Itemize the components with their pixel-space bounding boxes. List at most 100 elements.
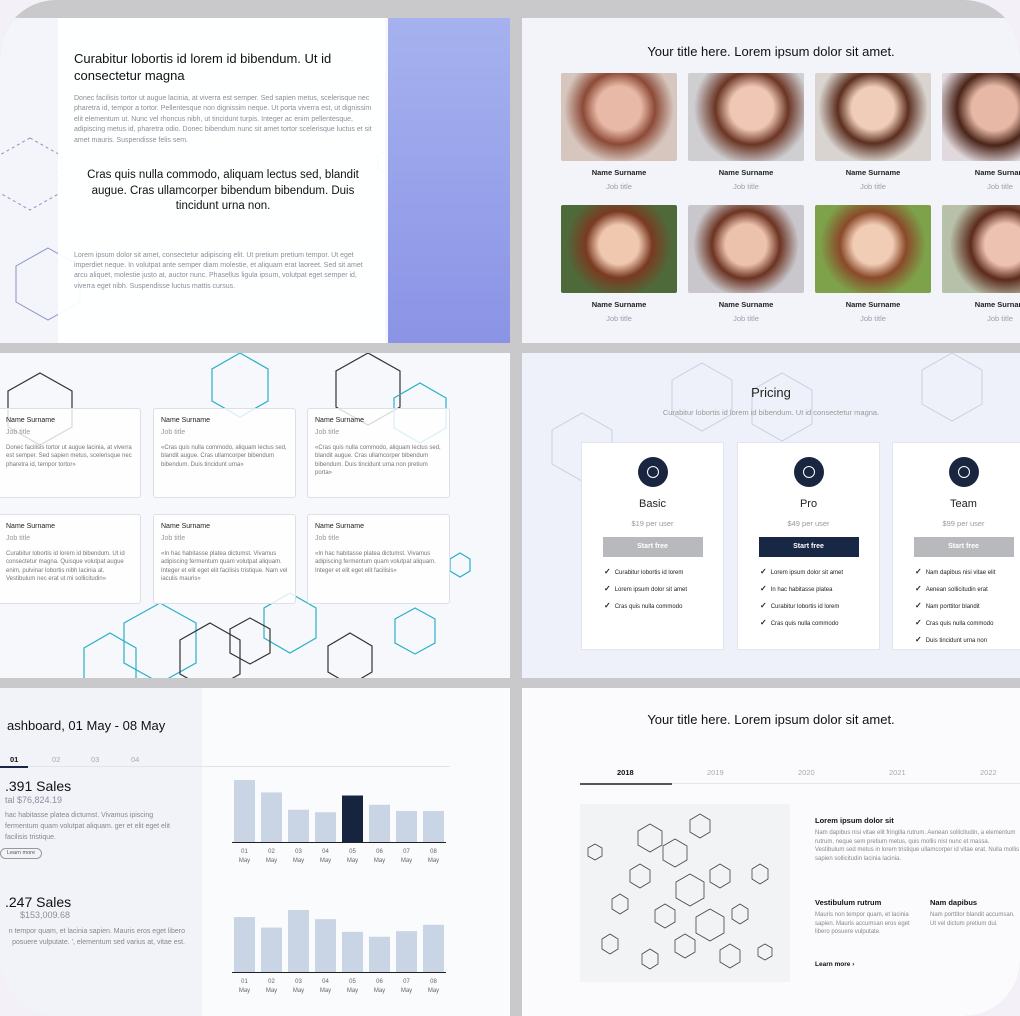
member-name: Name Surname — [845, 300, 901, 309]
chart-tick-label: 01 — [241, 849, 248, 855]
card-job-title: Job title — [6, 429, 31, 436]
member-job-title: Job title — [606, 182, 632, 191]
card-job-title: Job title — [315, 429, 340, 436]
slide-timeline[interactable]: Your title here. Lorem ipsum dolor sit a… — [522, 688, 1020, 1016]
chart-tick-sublabel: May — [293, 858, 304, 864]
team-member: Name Surname Job title — [688, 205, 804, 323]
pricing-card-team: Team $99 per user Start free Nam dapibus ni… — [892, 442, 1020, 650]
tab-01[interactable]: 01 — [10, 755, 18, 764]
slide-testimonials[interactable]: Name Surname Job title Donec facilisis tor… — [0, 353, 510, 678]
tab-2019[interactable]: 2019 — [707, 768, 724, 777]
sales-count: .391 Sales — [5, 778, 72, 794]
start-free-button[interactable]: Start free — [758, 537, 859, 557]
chart-tick-sublabel: May — [428, 988, 439, 994]
chart-bar — [288, 910, 309, 972]
tab-2021[interactable]: 2021 — [889, 768, 906, 777]
hexagon-artwork — [580, 804, 790, 982]
chart-bar — [396, 931, 417, 972]
chart-tick-label: 07 — [403, 849, 410, 855]
body-paragraph: Lorem ipsum dolor sit amet, consectetur … — [74, 251, 363, 290]
tab-2020[interactable]: 2020 — [798, 768, 815, 777]
card-name: Name Surname — [161, 523, 211, 530]
team-member: Name Surname Job title — [688, 73, 804, 191]
member-job-title: Job title — [860, 314, 886, 323]
text-panel: Curabitur lobortis id lorem id bibendum.… — [58, 18, 388, 343]
start-free-button[interactable]: Start free — [602, 537, 703, 557]
tab-03[interactable]: 03 — [91, 755, 99, 764]
feature-item: Cras quis nulla commodo — [604, 598, 723, 615]
member-name: Name Surname — [845, 168, 901, 177]
member-photo — [815, 205, 931, 293]
chart-bar — [396, 811, 417, 842]
active-year-indicator — [580, 783, 672, 785]
member-name: Name Surnam — [974, 168, 1020, 177]
pricing-card-basic: Basic $19 per user Start free Curabitur lob… — [581, 442, 724, 650]
slide-team-grid[interactable]: Your title here. Lorem ipsum dolor sit a… — [522, 18, 1020, 343]
chart-tick-label: 06 — [376, 979, 383, 985]
slide-text-quote[interactable]: Curabitur lobortis id lorem id bibendum.… — [0, 18, 510, 343]
sales-description: n tempor quam, et lacinia sapien. Mauris… — [8, 928, 185, 946]
feature-item: Duis tincidunt urna non — [915, 632, 1020, 649]
chart-tick-sublabel: May — [347, 858, 358, 864]
tab-2022[interactable]: 2022 — [980, 768, 997, 777]
chart-tick-label: 04 — [322, 849, 329, 855]
plan-name: Pro — [799, 498, 818, 510]
chart-bar — [423, 924, 444, 972]
team-member: Name Surname Job title — [815, 205, 931, 323]
chart-tick-label: 08 — [430, 979, 437, 985]
card-name: Name Surname — [161, 417, 211, 424]
member-photo — [688, 73, 804, 161]
feature-item: Aenean sollicitudin erat — [915, 581, 1020, 598]
slide-title: Your title here. Lorem ipsum dolor sit a… — [647, 44, 895, 59]
member-job-title: Job title — [987, 182, 1013, 191]
member-photo — [942, 73, 1020, 161]
plan-price: $19 per user — [631, 519, 674, 528]
learn-more-link[interactable]: Learn more › — [815, 961, 854, 968]
plan-name: Basic — [639, 498, 666, 510]
card-job-title: Job title — [315, 535, 340, 542]
card-quote: Curabitur lobortis id lorem id bibendum.… — [6, 551, 125, 583]
member-job-title: Job title — [733, 182, 759, 191]
feature-list: Curabitur lobortis id loremLorem ipsum d… — [604, 564, 723, 615]
plan-price: $49 per user — [787, 519, 830, 528]
feature-item: Lorem ipsum dolor sit amet — [604, 581, 723, 598]
card-quote: «In hac habitasse platea dictumst. Vivam… — [161, 551, 288, 583]
member-photo — [688, 205, 804, 293]
plan-name: Team — [950, 498, 977, 510]
tab-02[interactable]: 02 — [52, 755, 60, 764]
feature-item: Cras quis nulla commodo — [760, 615, 879, 632]
slide-pricing[interactable]: Pricing Curabitur lobortis id lorem id b… — [522, 353, 1020, 678]
sales-total: $153,009.68 — [20, 910, 71, 920]
sales-description: hac habitasse platea dictumst. Vivamus i… — [5, 812, 170, 841]
tab-2018[interactable]: 2018 — [617, 768, 634, 777]
chart-tick-label: 04 — [322, 979, 329, 985]
chart-tick-sublabel: May — [428, 858, 439, 864]
team-member: Name Surname Job title — [815, 73, 931, 191]
learn-more-button[interactable]: Learn more — [0, 848, 42, 859]
testimonial-card: Name Surname Job title «Cras quis nulla co… — [307, 408, 450, 498]
testimonial-card: Name Surname Job title Curabitur lobortis … — [0, 514, 141, 604]
planet-icon — [793, 457, 824, 487]
learn-more-label: Learn more — [815, 961, 851, 968]
chart-tick-sublabel: May — [239, 988, 250, 994]
chart-tick-label: 03 — [295, 979, 302, 985]
chart-tick-label: 06 — [376, 849, 383, 855]
chart-bar — [342, 795, 363, 842]
testimonial-card: Name Surname Job title «Cras quis nulla co… — [153, 408, 296, 498]
tab-04[interactable]: 04 — [131, 755, 139, 764]
member-name: Name Surnam — [974, 300, 1020, 309]
start-free-button[interactable]: Start free — [913, 537, 1014, 557]
slide-dashboard[interactable]: ashboard, 01 May - 08 May 01 02 03 04 .3… — [0, 688, 510, 1016]
team-member: Name Surnam Job title — [942, 205, 1020, 323]
card-name: Name Surname — [315, 417, 365, 424]
sales-total: tal $76,824.19 — [5, 795, 63, 805]
pricing-title: Pricing — [751, 385, 791, 400]
testimonial-card: Name Surname Job title Donec facilisis tor… — [0, 408, 141, 498]
planet-icon — [637, 457, 668, 487]
chart-tick-label: 05 — [349, 979, 356, 985]
card-job-title: Job title — [161, 535, 186, 542]
slide-title: Your title here. Lorem ipsum dolor sit a… — [647, 712, 895, 727]
member-photo — [815, 73, 931, 161]
member-job-title: Job title — [987, 314, 1013, 323]
chart-tick-sublabel: May — [293, 988, 304, 994]
